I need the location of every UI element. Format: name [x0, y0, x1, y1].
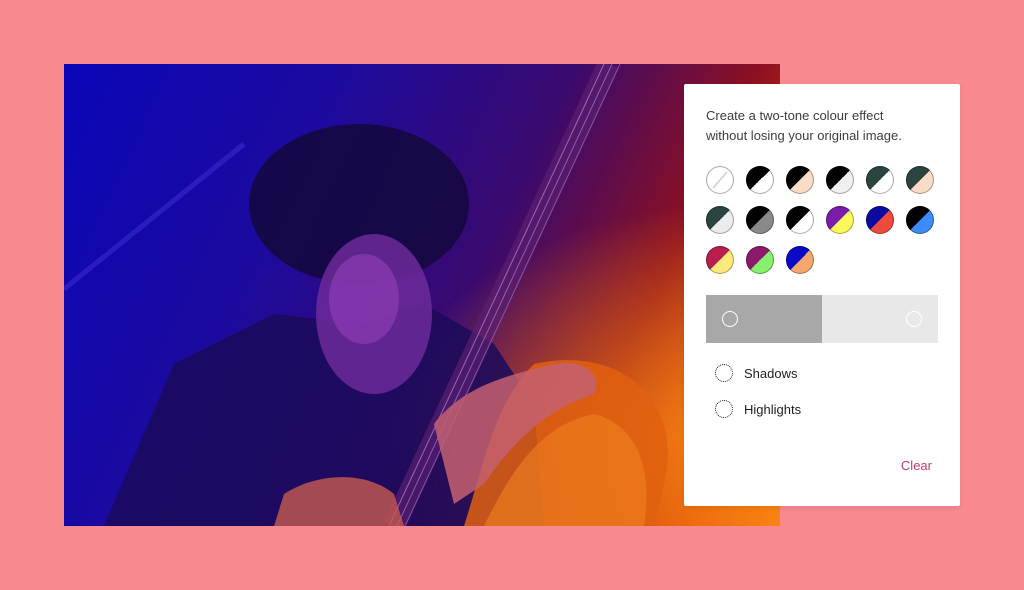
swatch-black-peach[interactable] [786, 166, 814, 194]
swatch-darkgreen-lightgrey[interactable] [706, 206, 734, 234]
swatch-none[interactable] [706, 166, 734, 194]
swatch-black-lightgrey[interactable] [826, 166, 854, 194]
highlights-color-icon [715, 400, 733, 418]
swatch-black-white[interactable] [746, 166, 774, 194]
swatch-magenta-green[interactable] [746, 246, 774, 274]
shadows-label: Shadows [744, 365, 798, 381]
shadows-color-icon [715, 364, 733, 382]
swatch-crimson-yellow[interactable] [706, 246, 734, 274]
swatch-navy-red[interactable] [866, 206, 894, 234]
duotone-image [64, 64, 780, 526]
duotone-swatches [706, 166, 938, 274]
shadows-option[interactable]: Shadows [715, 363, 938, 383]
swatch-purple-yellow[interactable] [826, 206, 854, 234]
shadow-handle[interactable] [722, 311, 738, 327]
swatch-black-blue[interactable] [906, 206, 934, 234]
highlights-label: Highlights [744, 401, 802, 417]
highlights-option[interactable]: Highlights [715, 399, 938, 419]
swatch-darkgreen-peach[interactable] [906, 166, 934, 194]
duotone-panel: Create a two-tone colour effect without … [684, 84, 960, 506]
highlight-handle[interactable] [906, 311, 922, 327]
panel-description: Create a two-tone colour effect without … [706, 108, 902, 143]
swatch-darkgreen-white[interactable] [866, 166, 894, 194]
swatch-black-grey[interactable] [746, 206, 774, 234]
swatch-black-white-2[interactable] [786, 206, 814, 234]
color-options: Shadows Highlights [706, 363, 938, 419]
musician-photo [64, 64, 780, 526]
clear-button[interactable]: Clear [901, 458, 932, 473]
swatch-blue-orange[interactable] [786, 246, 814, 274]
duotone-preview-slider[interactable] [706, 295, 938, 343]
